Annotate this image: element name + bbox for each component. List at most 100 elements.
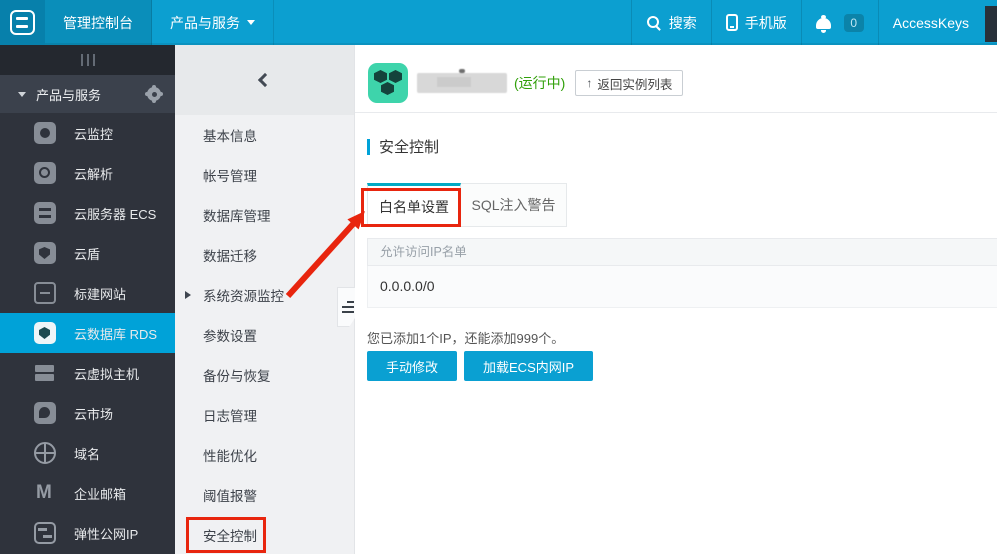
submenu-item-label: 基本信息: [203, 129, 257, 144]
divider: [355, 112, 997, 113]
accesskeys-link[interactable]: AccessKeys: [877, 0, 983, 45]
page-title-text: 安全控制: [379, 139, 440, 156]
notifications-button[interactable]: 0: [800, 0, 878, 45]
sidebar-item-clouddun[interactable]: 云盾: [0, 233, 175, 273]
dns-icon: [34, 162, 56, 184]
sidebar-item-market[interactable]: 云市场: [0, 393, 175, 433]
submenu-item-database[interactable]: 数据库管理: [175, 195, 354, 235]
globe-icon: [34, 442, 56, 464]
sidebar-item-label: 域名: [74, 446, 101, 462]
sidebar-item-eip[interactable]: 弹性公网IP: [0, 513, 175, 553]
sidebar-item-cloud-monitor[interactable]: 云监控: [0, 113, 175, 153]
tab-bar: 白名单设置 SQL注入警告: [367, 183, 567, 227]
sidebar-item-label: 云解析: [74, 166, 114, 182]
gear-icon[interactable]: [147, 87, 161, 101]
chevron-down-icon: [247, 20, 255, 29]
sidebar-item-domain[interactable]: 域名: [0, 433, 175, 473]
sidebar-header-label: 产品与服务: [36, 87, 102, 103]
chevron-down-icon: [18, 91, 26, 101]
eip-icon: [34, 522, 56, 544]
mobile-label: 手机版: [744, 14, 787, 31]
submenu-item-label: 安全控制: [203, 529, 257, 544]
topbar: 管理控制台 产品与服务 搜索 手机版 0 AccessKeys: [0, 0, 997, 45]
phone-icon: [725, 14, 738, 31]
submenu-item-label: 数据库管理: [203, 209, 271, 224]
notification-badge: 0: [843, 13, 864, 32]
submenu-item-security-control[interactable]: 安全控制: [175, 515, 354, 554]
sidebar-item-rds[interactable]: 云数据库 RDS: [0, 313, 175, 353]
page-title: 安全控制: [367, 136, 439, 157]
tab-label: 白名单设置: [379, 198, 449, 215]
instance-header: (运行中) 返回实例列表: [368, 62, 684, 104]
submenu-item-performance[interactable]: 性能优化: [175, 435, 354, 475]
instance-name-redacted: [417, 69, 507, 93]
submenu-item-label: 数据迁移: [203, 249, 257, 264]
tab-sql-injection[interactable]: SQL注入警告: [461, 183, 567, 227]
sidebar: 产品与服务 云监控 云解析 云服务器 ECS 云盾 标建网站 云数据库 RDS: [0, 45, 175, 554]
submenu-item-label: 性能优化: [203, 449, 257, 464]
sidebar-header-products[interactable]: 产品与服务: [0, 75, 175, 113]
rds-instance-avatar: [368, 63, 408, 103]
title-accent-bar: [367, 138, 370, 155]
action-buttons: 手动修改 加载ECS内网IP: [367, 351, 594, 381]
accesskeys-label: AccessKeys: [892, 14, 969, 31]
manual-modify-button[interactable]: 手动修改: [367, 351, 458, 381]
return-arrow-icon: [586, 76, 592, 90]
website-icon: [34, 282, 56, 304]
submenu-item-migration[interactable]: 数据迁移: [175, 235, 354, 275]
sidebar-item-label: 标建网站: [74, 286, 127, 302]
tab-label: SQL注入警告: [471, 197, 556, 213]
submenu-item-resource-monitor[interactable]: 系统资源监控: [175, 275, 354, 315]
sidebar-item-dns[interactable]: 云解析: [0, 153, 175, 193]
search-button[interactable]: 搜索: [630, 0, 711, 45]
submenu-item-account[interactable]: 帐号管理: [175, 155, 354, 195]
aliyun-logo-icon: [10, 10, 35, 35]
topnav-console-label: 管理控制台: [63, 14, 133, 31]
sidebar-item-website[interactable]: 标建网站: [0, 273, 175, 313]
host-icon: [34, 362, 56, 384]
load-ecs-ip-button[interactable]: 加载ECS内网IP: [464, 351, 594, 381]
sidebar-item-label: 弹性公网IP: [74, 526, 139, 542]
sidebar-item-mail[interactable]: 企业邮箱: [0, 473, 175, 513]
topnav-console[interactable]: 管理控制台: [45, 0, 152, 45]
sidebar-item-virtual-host[interactable]: 云虚拟主机: [0, 353, 175, 393]
submenu-item-backup[interactable]: 备份与恢复: [175, 355, 354, 395]
database-icon: [34, 322, 56, 344]
whitelist-count-note: 您已添加1个IP，还能添加999个。: [367, 331, 565, 346]
sidebar-item-label: 云服务器 ECS: [74, 206, 157, 222]
submenu-item-logs[interactable]: 日志管理: [175, 395, 354, 435]
bell-icon: [815, 15, 831, 33]
sidebar-collapse-strip[interactable]: [0, 45, 175, 75]
submenu-item-basic-info[interactable]: 基本信息: [175, 115, 354, 155]
console-window: 管理控制台 产品与服务 搜索 手机版 0 AccessKeys 产品与服务 云监…: [0, 0, 997, 554]
submenu-item-label: 系统资源监控: [203, 289, 284, 304]
submenu-item-label: 日志管理: [203, 409, 257, 424]
chevron-left-icon: [257, 72, 272, 88]
back-to-instance-list-button[interactable]: 返回实例列表: [575, 70, 684, 96]
sidebar-item-label: 云监控: [74, 126, 114, 142]
cloud-monitor-icon: [34, 122, 56, 144]
logo[interactable]: [0, 0, 45, 45]
market-icon: [34, 402, 56, 424]
submenu-item-label: 帐号管理: [203, 169, 257, 184]
submenu-item-threshold-alarm[interactable]: 阈值报警: [175, 475, 354, 515]
submenu-collapse-button[interactable]: [175, 45, 354, 115]
sidebar-item-label: 企业邮箱: [74, 486, 127, 502]
table-row: 0.0.0.0/0: [367, 266, 997, 308]
sidebar-item-ecs[interactable]: 云服务器 ECS: [0, 193, 175, 233]
submenu: 基本信息 帐号管理 数据库管理 数据迁移 系统资源监控 参数设置 备份与恢复 日…: [175, 45, 359, 554]
mail-icon: [34, 482, 56, 504]
topnav-products-label: 产品与服务: [170, 14, 240, 31]
status-badge: (运行中): [514, 75, 566, 91]
sidebar-item-label: 云盾: [74, 246, 101, 262]
tab-whitelist[interactable]: 白名单设置: [367, 183, 461, 227]
submenu-item-parameters[interactable]: 参数设置: [175, 315, 354, 355]
topnav-products-menu[interactable]: 产品与服务: [152, 0, 274, 45]
submenu-item-label: 备份与恢复: [203, 369, 271, 384]
mobile-version-button[interactable]: 手机版: [710, 0, 801, 45]
shield-icon: [34, 242, 56, 264]
sidebar-item-label: 云市场: [74, 406, 114, 422]
cutoff-element: [985, 6, 997, 42]
sidebar-item-label: 云数据库 RDS: [74, 326, 158, 342]
